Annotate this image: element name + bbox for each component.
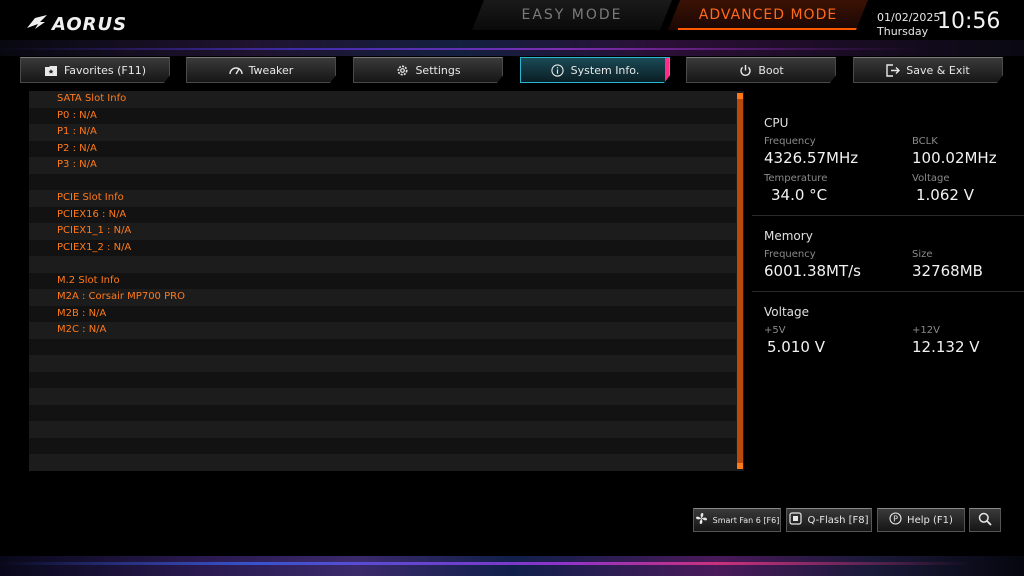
memory-title: Memory <box>764 229 813 243</box>
date-display: 01/02/2025 Thursday <box>877 11 940 39</box>
cpu-temperature-value: 34.0 °C <box>771 186 828 204</box>
qflash-icon <box>789 512 803 528</box>
list-item[interactable]: SATA Slot Info <box>29 91 736 108</box>
list-item[interactable]: PCIEX1_2 : N/A <box>29 239 736 256</box>
tab-boot-label: Boot <box>758 63 784 77</box>
cpu-divider <box>752 215 1024 216</box>
tab-tweaker[interactable]: Tweaker <box>186 57 336 83</box>
list-item[interactable]: M2B : N/A <box>29 305 736 322</box>
gear-icon <box>395 63 409 77</box>
weekday-text: Thursday <box>877 25 929 38</box>
smart-fan-button[interactable]: Smart Fan 6 [F6] <box>693 508 781 532</box>
list-spacer-row <box>29 256 736 273</box>
aorus-falcon-icon <box>27 15 47 29</box>
fan-icon <box>695 512 708 528</box>
logo-text: AORUS <box>52 13 128 35</box>
v12-label: +12V <box>912 325 940 336</box>
aorus-logo: AORUS <box>26 12 127 36</box>
clock-display: 10:56 <box>937 9 1001 34</box>
scroll-down-cap[interactable] <box>737 463 743 469</box>
system-summary-panel: CPU Frequency 4326.57MHz BCLK 100.02MHz … <box>752 92 1024 392</box>
cpu-title: CPU <box>764 116 789 130</box>
list-item[interactable]: PCIEX1_1 : N/A <box>29 223 736 240</box>
list-spacer-row <box>29 437 736 454</box>
cpu-frequency-label: Frequency <box>764 136 816 147</box>
cpu-frequency-value: 4326.57MHz <box>764 149 859 167</box>
list-item[interactable]: M2C : N/A <box>29 322 736 339</box>
help-label: Help (F1) <box>907 514 953 526</box>
footer-decoration-line <box>0 562 1024 565</box>
date-text: 01/02/2025 <box>877 11 941 24</box>
list-scrollbar[interactable] <box>736 91 744 471</box>
tab-favorites[interactable]: Favorites (F11) <box>20 57 170 83</box>
list-spacer-row <box>29 355 736 372</box>
memory-size-label: Size <box>912 249 933 260</box>
search-button[interactable] <box>969 508 1001 532</box>
list-item[interactable]: PCIEX16 : N/A <box>29 206 736 223</box>
easy-mode-label: EASY MODE <box>521 7 623 23</box>
list-spacer-row <box>29 454 736 471</box>
list-spacer-row <box>29 404 736 421</box>
list-spacer-row <box>29 421 736 438</box>
main-tabs: Favorites (F11) Tweaker Settings System … <box>20 57 1004 83</box>
scroll-up-cap[interactable] <box>737 93 743 99</box>
tab-settings[interactable]: Settings <box>353 57 503 83</box>
qflash-button[interactable]: Q-Flash [F8] <box>786 508 872 532</box>
advanced-mode-label: ADVANCED MODE <box>698 7 838 23</box>
list-item[interactable]: PCIE Slot Info <box>29 190 736 207</box>
cpu-voltage-label: Voltage <box>912 173 950 184</box>
cpu-voltage-value: 1.062 V <box>916 186 974 204</box>
memory-frequency-label: Frequency <box>764 249 816 260</box>
favorites-icon <box>44 63 58 77</box>
top-header: AORUS EASY MODE ADVANCED MODE 01/02/2025… <box>0 0 1024 56</box>
bclk-value: 100.02MHz <box>912 149 997 167</box>
advanced-mode-button[interactable]: ADVANCED MODE <box>668 0 868 30</box>
info-icon <box>551 63 565 77</box>
list-spacer-row <box>29 388 736 405</box>
easy-mode-button[interactable]: EASY MODE <box>472 0 672 30</box>
list-item[interactable]: P2 : N/A <box>29 140 736 157</box>
smart-fan-label: Smart Fan 6 [F6] <box>712 515 780 525</box>
search-icon <box>978 512 992 529</box>
list-item[interactable]: P0 : N/A <box>29 107 736 124</box>
cpu-section: CPU <box>764 116 1024 130</box>
tab-boot[interactable]: Boot <box>686 57 836 83</box>
gauge-icon <box>228 63 243 77</box>
v12-value: 12.132 V <box>912 338 980 356</box>
v5-value: 5.010 V <box>767 338 825 356</box>
cpu-temperature-label: Temperature <box>764 173 828 184</box>
tab-system-info-label: System Info. <box>570 63 640 77</box>
v5-label: +5V <box>764 325 786 336</box>
bclk-label: BCLK <box>912 136 938 147</box>
qflash-label: Q-Flash [F8] <box>807 514 869 526</box>
tab-save-exit[interactable]: Save & Exit <box>853 57 1003 83</box>
memory-size-value: 32768MB <box>912 262 983 280</box>
slot-info-list: SATA Slot Info P0 : N/A P1 : N/A P2 : N/A P3… <box>29 91 736 471</box>
voltage-section: Voltage <box>764 305 1024 319</box>
tab-save-exit-label: Save & Exit <box>906 63 970 77</box>
svg-text:P: P <box>893 515 898 524</box>
exit-icon <box>886 63 901 77</box>
list-spacer-row <box>29 338 736 355</box>
scrollbar-thumb[interactable] <box>737 99 743 463</box>
list-item[interactable]: P3 : N/A <box>29 157 736 174</box>
help-icon: P <box>889 512 902 528</box>
list-spacer-row <box>29 371 736 388</box>
footer-decoration <box>0 556 1024 576</box>
memory-section: Memory <box>764 229 1024 243</box>
tab-settings-label: Settings <box>415 63 461 77</box>
tab-system-info[interactable]: System Info. <box>520 57 670 83</box>
memory-divider <box>752 291 1024 292</box>
header-decoration-line <box>0 48 1024 50</box>
list-spacer-row <box>29 173 736 190</box>
power-icon <box>738 63 752 77</box>
help-button[interactable]: P Help (F1) <box>877 508 965 532</box>
list-item[interactable]: P1 : N/A <box>29 124 736 141</box>
tab-favorites-label: Favorites (F11) <box>63 63 147 77</box>
voltage-title: Voltage <box>764 305 810 319</box>
memory-frequency-value: 6001.38MT/s <box>764 262 862 280</box>
list-item[interactable]: M.2 Slot Info <box>29 272 736 289</box>
list-item[interactable]: M2A : Corsair MP700 PRO <box>29 289 736 306</box>
tab-tweaker-label: Tweaker <box>248 63 294 77</box>
